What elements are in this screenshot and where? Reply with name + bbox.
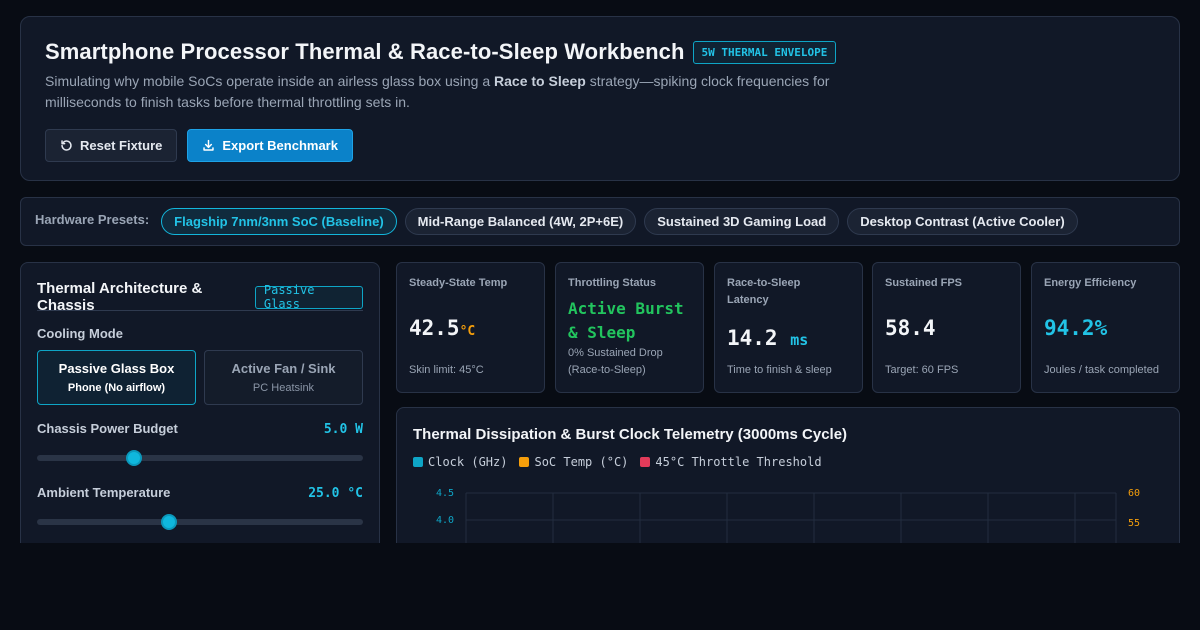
subtitle-text-pre: Simulating why mobile SoCs operate insid…	[45, 73, 495, 89]
reset-icon	[61, 140, 72, 151]
preset-flagship-chip[interactable]: Flagship 7nm/3nm SoC (Baseline)	[161, 208, 397, 235]
legend-threshold-label: 45°C Throttle Threshold	[655, 455, 822, 469]
passive-glass-mode-button[interactable]: Passive Glass Box Phone (No airflow)	[37, 350, 196, 405]
title-row: Smartphone Processor Thermal & Race-to-S…	[45, 39, 837, 65]
hardware-presets-bar: Hardware Presets: Flagship 7nm/3nm SoC (…	[20, 197, 1180, 246]
throttling-status-line-2: & Sleep	[568, 323, 636, 342]
latency-label: Race-to-Sleep Latency	[727, 275, 850, 309]
legend-threshold-swatch	[640, 457, 651, 467]
page-title: Smartphone Processor Thermal & Race-to-S…	[45, 39, 685, 64]
steady-state-temp-value: 42.5°C	[409, 316, 475, 340]
fps-target-note: Target: 60 FPS	[885, 364, 959, 376]
presets-label: Hardware Presets:	[35, 212, 150, 227]
panel-divider	[37, 310, 363, 311]
download-icon	[203, 139, 215, 151]
ambient-temp-slider-thumb[interactable]	[161, 514, 178, 530]
panel-title: Thermal Architecture & Chassis	[37, 280, 203, 314]
subtitle-text-bold: Race to Sleep	[494, 73, 586, 89]
cooling-mode-label: Cooling Mode	[37, 326, 123, 341]
latency-label-line-2: Latency	[727, 294, 769, 306]
preset-gaming-chip[interactable]: Sustained 3D Gaming Load	[644, 208, 840, 235]
legend-threshold: 45°C Throttle Threshold	[640, 455, 822, 469]
legend-clock: Clock (GHz)	[413, 455, 507, 469]
export-benchmark-label: Export Benchmark	[222, 138, 338, 153]
power-budget-slider-thumb[interactable]	[125, 450, 142, 466]
thermal-envelope-badge: 5W THERMAL ENVELOPE	[692, 40, 837, 64]
chart-legend: Clock (GHz) SoC Temp (°C) 45°C Throttle …	[413, 455, 822, 469]
power-budget-value: 5.0 W	[323, 422, 363, 437]
latency-number: 14.2	[727, 326, 778, 350]
latency-label-line-1: Race-to-Sleep	[727, 277, 801, 289]
preset-midrange-chip[interactable]: Mid-Range Balanced (4W, 2P+6E)	[404, 208, 637, 235]
throttling-status-card: Throttling Status Active Burst & Sleep 0…	[555, 262, 704, 393]
chart-left-tick-label: 4.0	[436, 515, 454, 526]
throttling-status-label: Throttling Status	[568, 277, 656, 289]
throttling-status-note: 0% Sustained Drop (Race-to-Sleep)	[568, 345, 663, 379]
ambient-temp-label: Ambient Temperature	[37, 485, 171, 500]
page-subtitle: Simulating why mobile SoCs operate insid…	[45, 71, 845, 113]
chart-title: Thermal Dissipation & Burst Clock Teleme…	[413, 426, 848, 443]
throttling-status-line-1: Active Burst	[568, 299, 684, 318]
latency-value: 14.2 ms	[727, 326, 808, 350]
export-benchmark-button[interactable]: Export Benchmark	[187, 129, 353, 162]
throttling-note-line-2: (Race-to-Sleep)	[568, 364, 646, 376]
race-to-sleep-latency-card: Race-to-Sleep Latency 14.2 ms Time to fi…	[714, 262, 863, 393]
energy-efficiency-label: Energy Efficiency	[1044, 277, 1137, 289]
legend-temp-label: SoC Temp (°C)	[534, 455, 629, 469]
active-fan-mode-button[interactable]: Active Fan / Sink PC Heatsink	[204, 350, 363, 405]
power-budget-label: Chassis Power Budget	[37, 421, 178, 436]
sustained-fps-card: Sustained FPS 58.4 Target: 60 FPS	[872, 262, 1021, 393]
viewport-cutoff	[0, 543, 1200, 630]
legend-clock-label: Clock (GHz)	[428, 455, 508, 469]
latency-note: Time to finish & sleep	[727, 364, 832, 376]
panel-header: Thermal Architecture & Chassis Passive G…	[37, 280, 363, 314]
steady-state-temp-label: Steady-State Temp	[409, 277, 508, 289]
throttling-note-line-1: 0% Sustained Drop	[568, 347, 663, 359]
preset-desktop-chip[interactable]: Desktop Contrast (Active Cooler)	[847, 208, 1078, 235]
reset-fixture-button[interactable]: Reset Fixture	[45, 129, 178, 162]
sustained-fps-value: 58.4	[885, 316, 936, 340]
energy-efficiency-value: 94.2%	[1044, 316, 1108, 340]
reset-fixture-label: Reset Fixture	[80, 138, 163, 153]
steady-state-temp-card: Steady-State Temp 42.5°C Skin limit: 45°…	[396, 262, 545, 393]
ambient-temp-slider[interactable]	[37, 514, 363, 530]
latency-unit: ms	[790, 331, 809, 349]
throttling-status-value: Active Burst & Sleep	[568, 297, 684, 345]
chart-left-tick-label: 4.5	[436, 488, 454, 499]
power-budget-slider[interactable]	[37, 450, 363, 466]
chart-right-tick-label: 55	[1128, 518, 1140, 529]
passive-mode-subtitle: Phone (No airflow)	[67, 382, 166, 394]
legend-temp: SoC Temp (°C)	[519, 455, 628, 469]
header-card: Smartphone Processor Thermal & Race-to-S…	[20, 16, 1180, 181]
ambient-temp-value: 25.0 °C	[308, 486, 363, 501]
thermal-architecture-panel: Thermal Architecture & Chassis Passive G…	[20, 262, 380, 562]
passive-mode-title: Passive Glass Box	[58, 361, 175, 376]
chart-right-tick-label: 60	[1128, 488, 1140, 499]
skin-limit-note: Skin limit: 45°C	[409, 364, 484, 376]
passive-glass-badge: Passive Glass	[254, 283, 363, 311]
legend-clock-swatch	[413, 457, 423, 467]
legend-temp-swatch	[519, 457, 530, 467]
header-actions: Reset Fixture Export Benchmark	[45, 129, 353, 162]
energy-efficiency-card: Energy Efficiency 94.2% Joules / task co…	[1031, 262, 1180, 393]
temp-unit: °C	[459, 324, 476, 339]
temp-number: 42.5	[409, 316, 460, 340]
active-mode-subtitle: PC Heatsink	[252, 382, 315, 394]
active-mode-title: Active Fan / Sink	[231, 361, 336, 376]
efficiency-note: Joules / task completed	[1044, 364, 1159, 376]
sustained-fps-label: Sustained FPS	[885, 277, 963, 289]
